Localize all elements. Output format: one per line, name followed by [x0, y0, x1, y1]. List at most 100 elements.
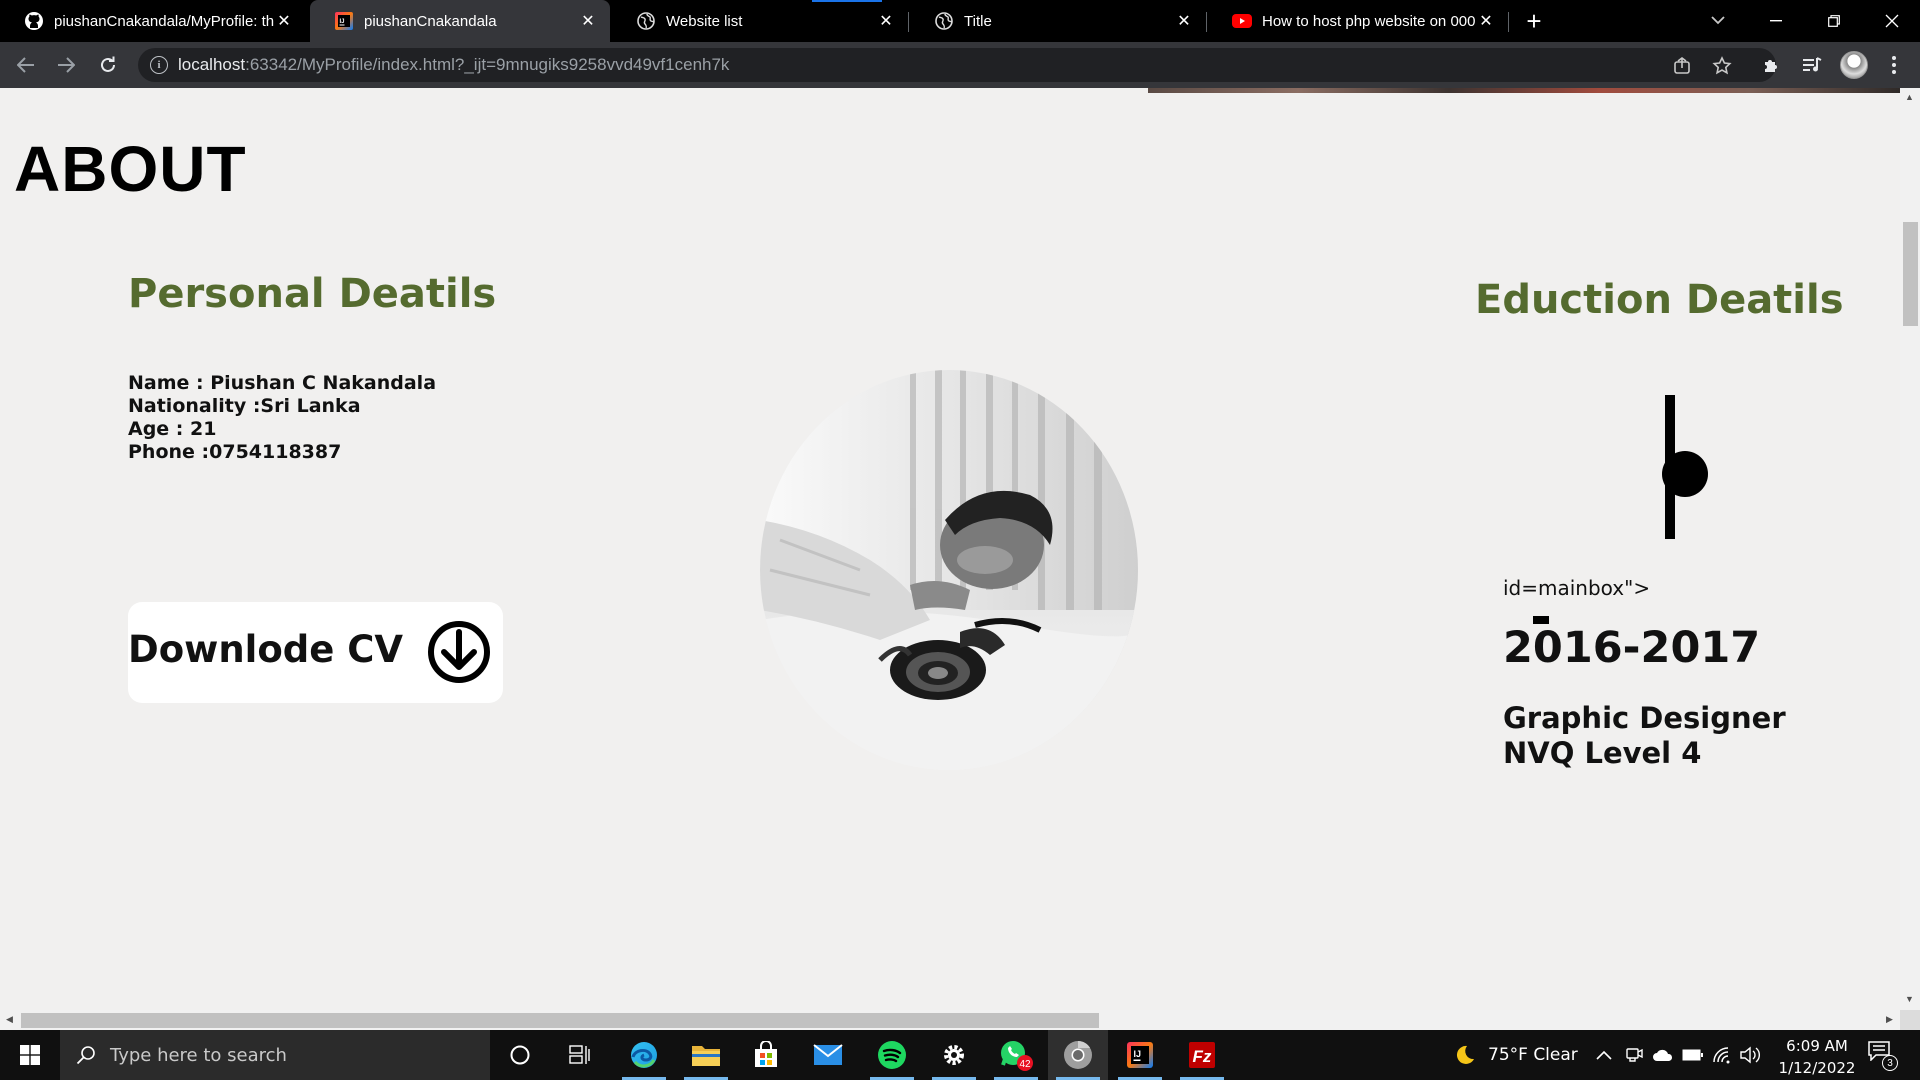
notification-count-badge: 3 — [1882, 1055, 1898, 1071]
detail-nationality: Nationality :Sri Lanka — [128, 395, 361, 417]
tab-title: piushanCnakandala/MyProfile: th — [54, 12, 275, 30]
moon-icon — [1456, 1045, 1474, 1064]
tab-title: How to host php website on 000 — [1262, 12, 1476, 30]
bookmark-star-icon[interactable] — [1712, 56, 1732, 76]
taskbar-clock[interactable]: 6:09 AM 1/12/2022 — [1772, 1035, 1862, 1079]
education-entry: Graphic Designer NVQ Level 4 — [1503, 701, 1786, 771]
site-info-icon[interactable]: i — [150, 56, 168, 74]
url-text[interactable]: localhost:63342/MyProfile/index.html?_ij… — [178, 55, 729, 75]
tab-separator — [908, 12, 909, 32]
tab-active[interactable]: IJ piushanCnakandala ✕ — [310, 0, 610, 42]
tab-title: piushanCnakandala — [364, 12, 497, 30]
new-tab-button[interactable]: + — [1520, 6, 1548, 36]
filezilla-icon: Fz — [1189, 1042, 1215, 1068]
scroll-up-arrow-icon[interactable]: ▲ — [1905, 92, 1914, 102]
horizontal-scroll-thumb[interactable] — [21, 1013, 1099, 1028]
windows-taskbar: Type here to search 42 IJ Fz 75°F Clear … — [0, 1030, 1920, 1080]
globe-icon — [934, 11, 954, 31]
back-button[interactable] — [12, 51, 40, 79]
taskbar-file-explorer[interactable] — [676, 1030, 736, 1080]
tab-website-list[interactable]: Website list ✕ — [612, 0, 908, 42]
chevron-up-icon — [1596, 1050, 1612, 1060]
close-window-button[interactable] — [1864, 0, 1920, 42]
meet-now-button[interactable] — [1625, 1030, 1643, 1080]
vertical-scroll-thumb[interactable] — [1903, 222, 1918, 326]
taskbar-filezilla[interactable]: Fz — [1172, 1030, 1232, 1080]
media-queue-icon[interactable] — [1800, 53, 1824, 77]
clock-date: 1/12/2022 — [1778, 1059, 1856, 1077]
download-cv-button[interactable]: Downlode CV — [128, 602, 503, 703]
address-bar[interactable]: i localhost:63342/MyProfile/index.html?_… — [138, 48, 1776, 82]
taskbar-whatsapp[interactable]: 42 — [986, 1030, 1046, 1080]
tab-strip: piushanCnakandala/MyProfile: th ✕ IJ piu… — [0, 0, 1920, 42]
scroll-down-arrow-icon[interactable]: ▼ — [1905, 994, 1914, 1004]
tab-search-chevron-icon[interactable] — [1706, 8, 1730, 32]
network-button[interactable] — [1712, 1030, 1732, 1080]
cortana-button[interactable] — [490, 1030, 550, 1080]
action-center-button[interactable]: 3 — [1868, 1041, 1898, 1071]
tab-youtube[interactable]: How to host php website on 000 ✕ — [1208, 0, 1508, 42]
clock-time: 6:09 AM — [1786, 1037, 1848, 1055]
tab-separator — [1206, 12, 1207, 32]
close-tab-icon[interactable]: ✕ — [1476, 11, 1496, 31]
minimize-button[interactable] — [1748, 0, 1804, 42]
scrollbar-corner — [1900, 1010, 1920, 1030]
horizontal-scrollbar[interactable]: ◀ ▶ — [0, 1010, 1900, 1030]
scroll-right-arrow-icon[interactable]: ▶ — [1886, 1014, 1893, 1025]
close-tab-icon[interactable]: ✕ — [274, 11, 294, 31]
timeline-dot — [1662, 451, 1708, 497]
taskbar-spotify[interactable] — [862, 1030, 922, 1080]
battery-button[interactable] — [1682, 1030, 1704, 1080]
tab-title-page[interactable]: Title ✕ — [910, 0, 1206, 42]
tab-github[interactable]: piushanCnakandala/MyProfile: th ✕ — [0, 0, 306, 42]
taskbar-settings[interactable] — [924, 1030, 984, 1080]
globe-icon — [636, 11, 656, 31]
taskbar-intellij[interactable]: IJ — [1110, 1030, 1170, 1080]
reload-button[interactable] — [94, 51, 122, 79]
forward-button[interactable] — [52, 51, 80, 79]
profile-photo — [760, 370, 1138, 770]
battery-icon — [1682, 1049, 1703, 1061]
download-cv-label: Downlode CV — [128, 628, 404, 671]
education-details-heading: Eduction Deatils — [1475, 277, 1844, 323]
github-icon — [24, 11, 44, 31]
whatsapp-badge: 42 — [1019, 1059, 1031, 1070]
tab-title: Website list — [666, 12, 743, 30]
taskbar-search-box[interactable]: Type here to search — [60, 1030, 490, 1080]
task-view-icon — [569, 1045, 590, 1064]
show-hidden-icons-button[interactable] — [1596, 1030, 1612, 1080]
vertical-scrollbar[interactable]: ▲ ▼ — [1900, 88, 1920, 1010]
taskbar-store[interactable] — [736, 1030, 796, 1080]
start-button[interactable] — [0, 1030, 60, 1080]
taskbar-mail[interactable] — [798, 1030, 858, 1080]
profile-avatar[interactable] — [1840, 51, 1868, 79]
share-icon[interactable] — [1672, 56, 1692, 76]
intellij-icon: IJ — [334, 11, 354, 31]
task-view-button[interactable] — [550, 1030, 610, 1080]
webcam-icon — [1626, 1048, 1643, 1062]
page-title: ABOUT — [14, 133, 247, 205]
wifi-icon — [1713, 1047, 1730, 1064]
detail-phone: Phone :0754118387 — [128, 441, 342, 463]
education-level: NVQ Level 4 — [1503, 736, 1702, 770]
stray-markup-text: id=mainbox"> — [1503, 576, 1651, 600]
menu-kebab-icon[interactable] — [1882, 53, 1906, 77]
close-tab-icon[interactable]: ✕ — [876, 11, 896, 31]
onedrive-button[interactable] — [1652, 1030, 1674, 1080]
close-tab-icon[interactable]: ✕ — [578, 11, 598, 31]
detail-age: Age : 21 — [128, 418, 217, 440]
weather-widget[interactable]: 75°F Clear — [1452, 1030, 1578, 1080]
hero-image-edge — [1148, 88, 1900, 93]
browser-toolbar: i localhost:63342/MyProfile/index.html?_… — [0, 42, 1920, 88]
scroll-left-arrow-icon[interactable]: ◀ — [6, 1014, 13, 1025]
detail-name: Name : Piushan C Nakandala — [128, 372, 437, 394]
close-tab-icon[interactable]: ✕ — [1174, 11, 1194, 31]
cortana-circle-icon — [510, 1045, 530, 1065]
volume-button[interactable] — [1740, 1030, 1762, 1080]
taskbar-edge[interactable] — [614, 1030, 674, 1080]
cloud-icon — [1653, 1049, 1673, 1061]
restore-button[interactable] — [1806, 0, 1862, 42]
svg-text:Fz: Fz — [1193, 1047, 1212, 1066]
extensions-puzzle-icon[interactable] — [1760, 53, 1784, 77]
taskbar-chrome[interactable] — [1048, 1030, 1108, 1080]
